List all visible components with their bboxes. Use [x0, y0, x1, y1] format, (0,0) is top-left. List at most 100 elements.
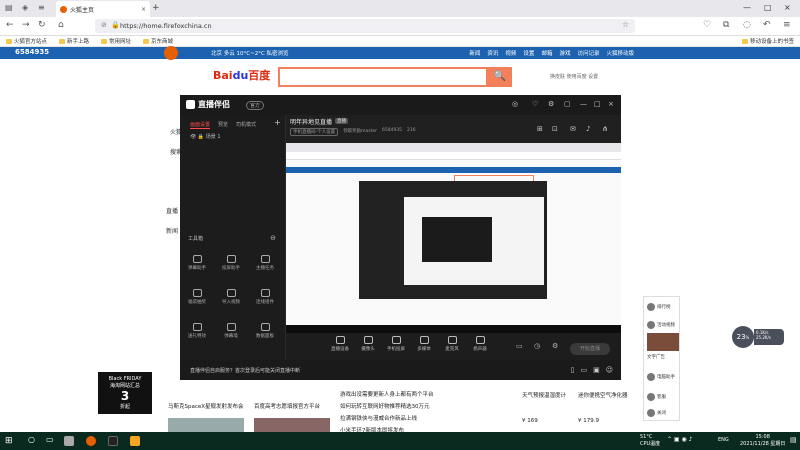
widget-pc-helper[interactable]: 电脑助手 — [647, 373, 681, 381]
cpu-usage-ball[interactable]: 23% — [732, 326, 754, 348]
menu-icon[interactable]: ≡ — [783, 20, 791, 30]
url-text[interactable]: https://home.firefoxchina.cn — [120, 22, 212, 30]
room-category[interactable]: 手机直播间-个人设置 — [290, 128, 339, 136]
add-scene-button[interactable]: + — [274, 118, 281, 127]
url-bar[interactable]: ⊘ 🔒 https://home.firefoxchina.cn ☆ — [95, 19, 635, 33]
tab-close-icon[interactable]: × — [141, 6, 146, 13]
news-item[interactable]: 拉满钢铁侠与漫威合作新品上线 — [340, 414, 417, 422]
tool-lucky-bag[interactable]: 福袋抽奖 — [182, 289, 212, 305]
share-icon[interactable]: ⋔ — [602, 125, 608, 133]
widget-service[interactable]: 客服 — [647, 393, 681, 401]
favorite-icon[interactable]: ♡ — [532, 100, 538, 108]
tray-icons[interactable]: ⌃ ▣ ◉ ♪ — [667, 436, 692, 443]
product-name[interactable]: 迷你便携空气净化器 — [578, 391, 628, 399]
site-nav-item[interactable]: 视频 — [505, 49, 516, 57]
layout-icon[interactable]: ▢ — [564, 100, 571, 108]
user-icon[interactable]: ☺ — [606, 366, 613, 374]
news-thumbnail[interactable] — [254, 418, 330, 432]
history-back-icon[interactable]: ↶ — [763, 20, 771, 30]
tool-tasks[interactable]: 主播任务 — [250, 255, 280, 271]
tool-cast[interactable]: 投屏助手 — [216, 255, 246, 271]
tool-danmu-wall[interactable]: 弹幕墙 — [216, 323, 246, 339]
windows-start-icon[interactable]: ⊞ — [5, 436, 15, 446]
bell-icon[interactable]: ♪ — [586, 125, 590, 133]
home-icon[interactable]: ⌂ — [58, 20, 64, 30]
app-maximize-icon[interactable]: □ — [594, 100, 601, 108]
forward-icon[interactable]: → — [22, 20, 30, 30]
news-item[interactable]: 游戏出没需要更新人身上都有两个平台 — [340, 390, 434, 398]
screen-cast-icon[interactable]: ▣ — [593, 366, 600, 374]
avatar[interactable]: ◎ — [512, 100, 518, 108]
record-icon[interactable]: ▭ — [516, 342, 523, 350]
search-links[interactable]: 换皮肤 使用百度 设置 — [550, 73, 598, 80]
firefox-view-icon[interactable]: ▤ — [5, 3, 13, 12]
widget-video[interactable]: 活动视频 — [647, 321, 681, 329]
news-thumbnail[interactable] — [168, 418, 244, 432]
tool-danmu[interactable]: 弹幕助手 — [182, 255, 212, 271]
microphone-button[interactable]: 麦克风 — [438, 336, 466, 352]
mobile-bookmarks[interactable]: 移动设备上的书签 — [741, 37, 794, 45]
site-nav-item[interactable]: 游戏 — [559, 49, 570, 57]
message-icon[interactable]: ✉ — [570, 125, 576, 133]
bookmark-item[interactable]: 常用网址 — [101, 37, 131, 45]
tool-gift-effect[interactable]: 送礼特效 — [182, 323, 212, 339]
bookmark-item[interactable]: 火狐官方站点 — [6, 37, 47, 45]
site-nav-item[interactable]: 访问记录 — [577, 49, 599, 57]
language-indicator[interactable]: ENG — [718, 437, 729, 443]
tab-preview[interactable]: 预览 — [218, 121, 228, 129]
live-companion-taskbar-icon[interactable] — [108, 436, 118, 446]
new-tab-button[interactable]: + — [152, 3, 160, 13]
live-device-button[interactable]: 直播设备 — [326, 336, 354, 352]
search-icon[interactable]: ○ — [28, 435, 35, 444]
maximize-button[interactable]: □ — [764, 3, 772, 12]
gear-icon[interactable]: ⚙ — [552, 342, 558, 350]
site-nav-item[interactable]: 邮箱 — [541, 49, 552, 57]
site-nav-item[interactable]: 新闻 — [469, 49, 480, 57]
site-nav-item[interactable]: 火狐移动版 — [606, 49, 634, 57]
black-friday-promo[interactable]: Black FRIDAY 海淘网站汇总 3 折起 — [98, 372, 152, 414]
search-button[interactable]: 🔍 — [488, 67, 512, 87]
bookmark-star-icon[interactable]: ☆ — [622, 20, 629, 29]
phone-cast-button[interactable]: 手机投屏 — [382, 336, 410, 352]
stream-preview[interactable] — [286, 143, 621, 333]
timer-icon[interactable]: ◷ — [534, 342, 540, 350]
tab-driver-mode[interactable]: 司机模式 — [236, 121, 256, 129]
widget-rank[interactable]: 排行榜 — [647, 303, 681, 311]
news-item[interactable]: 如何玩转互联网好物推荐精选30万元 — [340, 402, 430, 410]
close-window-button[interactable]: × — [784, 3, 791, 12]
app-minimize-icon[interactable]: — — [580, 100, 587, 108]
start-live-button[interactable]: 开始直播 — [570, 343, 610, 355]
footer-notice[interactable]: 直播伴侣自启服务？首次登录后可能关闭直播中断 — [190, 367, 300, 374]
speaker-button[interactable]: 扬声器 — [466, 336, 494, 352]
tab-scene-settings[interactable]: 画面设置 — [190, 121, 211, 129]
list-all-tabs-icon[interactable]: ≡ — [38, 3, 45, 12]
settings-icon[interactable]: ⚙ — [548, 100, 554, 108]
lock-icon[interactable]: ⊡ — [552, 125, 558, 133]
bookmark-item[interactable]: 京东商城 — [143, 37, 173, 45]
tool-import-video[interactable]: 导入视频 — [216, 289, 246, 305]
news-item[interactable]: 百度高考志愿填报官方平台 — [254, 402, 320, 410]
site-nav-item[interactable]: 设置 — [523, 49, 534, 57]
notification-icon[interactable]: ▤ — [790, 436, 797, 444]
app-taskbar-icon[interactable] — [130, 436, 140, 446]
lock-icon[interactable]: 🔒 — [111, 21, 120, 29]
back-icon[interactable]: ← — [6, 20, 14, 30]
clock[interactable]: 15:08 2021/11/28 星期日 — [740, 434, 785, 447]
reload-icon[interactable]: ↻ — [38, 20, 46, 30]
widget-close[interactable]: 关闭 — [647, 409, 681, 417]
widget-text-ad[interactable]: 文字广告 — [647, 354, 681, 360]
baidu-logo[interactable]: Baidu百度 — [213, 67, 275, 83]
task-view-icon[interactable]: ▭ — [46, 435, 54, 444]
camera-button[interactable]: 摄像头 — [354, 336, 382, 352]
app-close-icon[interactable]: × — [608, 100, 614, 108]
search-input[interactable] — [278, 67, 488, 87]
explorer-icon[interactable] — [64, 436, 74, 446]
scene-item[interactable]: 👁 🔒 场景 1 — [190, 133, 221, 140]
site-nav-item[interactable]: 资讯 — [487, 49, 498, 57]
multimedia-button[interactable]: 多媒体 — [410, 336, 438, 352]
tab-firefox-home[interactable]: 火狐主页 × — [56, 1, 150, 17]
tool-data-panel[interactable]: 数据面板 — [250, 323, 280, 339]
firefox-taskbar-icon[interactable] — [86, 436, 96, 446]
room-reward[interactable]: 领取奖励master — [343, 128, 377, 136]
ad-thumbnail[interactable] — [647, 333, 679, 351]
